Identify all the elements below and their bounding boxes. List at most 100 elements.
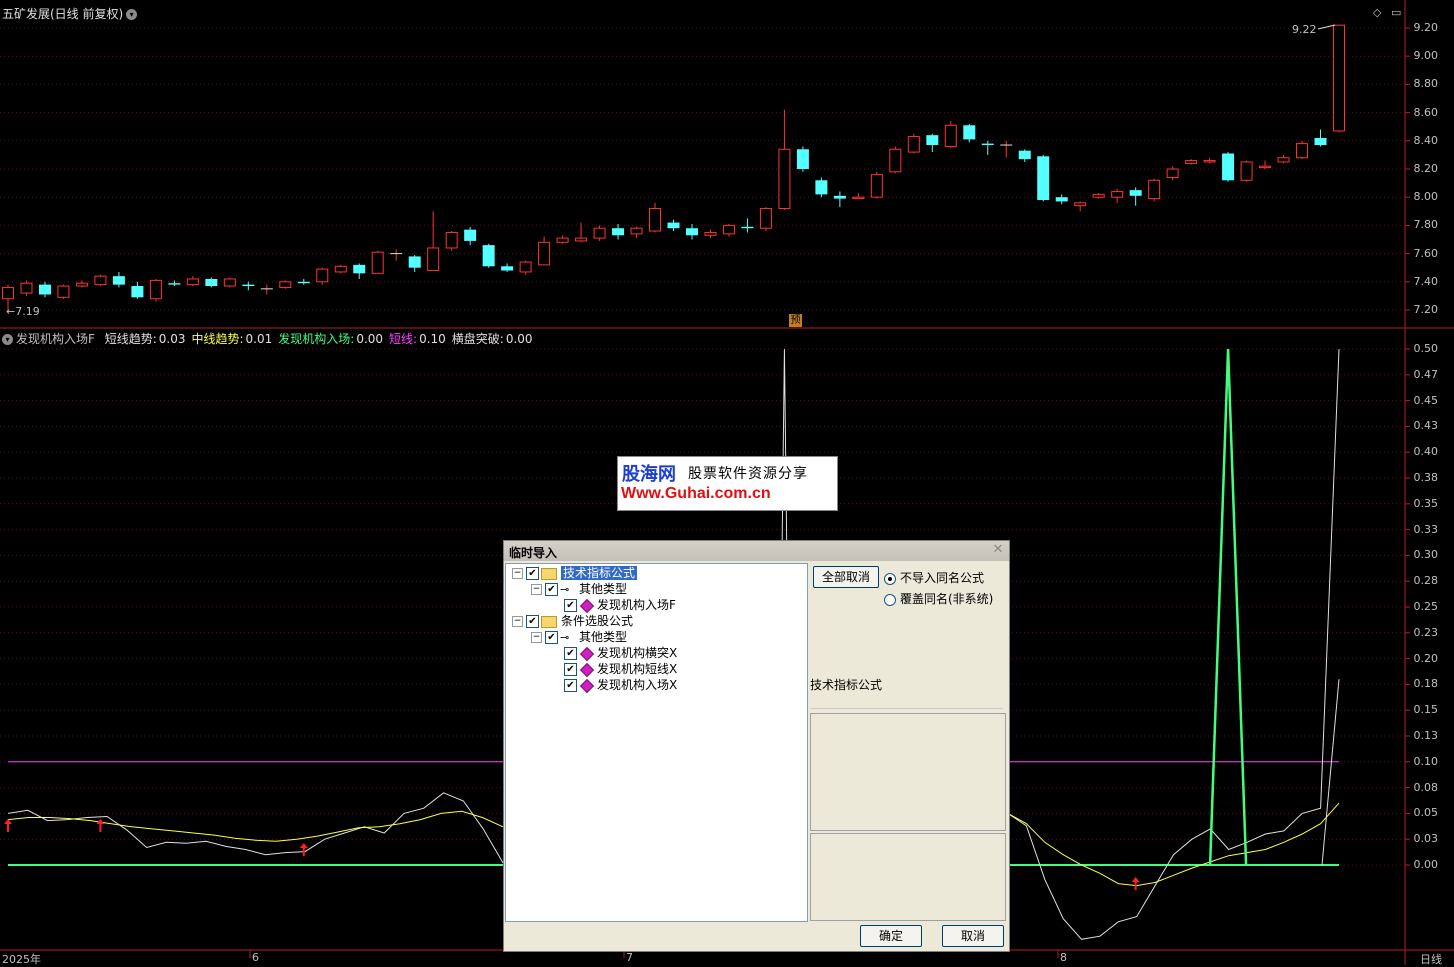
candle-body	[501, 266, 514, 271]
description-panel	[810, 713, 1006, 831]
candle	[1018, 149, 1031, 162]
detail-panel	[810, 833, 1006, 921]
dropdown-icon[interactable]: ▾	[2, 334, 13, 345]
radio-no-import-same-name[interactable]: 不导入同名公式	[884, 569, 984, 586]
candle-body	[630, 227, 643, 235]
checkbox-checked-icon[interactable]: ✔	[526, 615, 539, 628]
checkbox-checked-icon[interactable]: ✔	[545, 583, 558, 596]
radio-off-icon[interactable]	[884, 593, 896, 606]
tree-node[interactable]: − ✔ 条件选股公式	[512, 613, 633, 629]
checkbox-checked-icon[interactable]: ✔	[526, 567, 539, 580]
dialog-titlebar[interactable]: 临时导入 ✕	[504, 541, 1009, 561]
indicator-item: 中线趋势: 0.01	[192, 332, 273, 346]
candle-body	[205, 278, 218, 287]
checkbox-checked-icon[interactable]: ✔	[564, 599, 577, 612]
deselect-all-button[interactable]: 全部取消	[813, 566, 879, 588]
candle	[1185, 159, 1198, 165]
checkbox-checked-icon[interactable]: ✔	[545, 631, 558, 644]
price-tick-label: 7.20	[1413, 303, 1439, 316]
folder-icon	[541, 567, 557, 580]
cancel-button[interactable]: 取消	[942, 925, 1004, 947]
dropdown-icon[interactable]: ▾	[126, 9, 138, 20]
tree-node[interactable]: − ✔ ⊸ 其他类型	[531, 581, 627, 597]
indicator-tick-label: 0.00	[1413, 858, 1439, 871]
price-panel-title[interactable]: 五矿发展(日线 前复权) ▾	[2, 5, 138, 22]
indicator-tick-label: 0.20	[1413, 651, 1439, 665]
candle-body	[1129, 190, 1142, 196]
diamond-icon[interactable]: ◇	[1373, 6, 1381, 19]
candle-body	[538, 241, 551, 266]
indicator-tick-label: 0.18	[1413, 677, 1439, 691]
ok-button[interactable]: 确定	[860, 925, 922, 947]
candle	[186, 276, 199, 287]
forecast-badge[interactable]: 预	[789, 314, 802, 327]
candle-body	[1185, 160, 1198, 164]
collapse-icon[interactable]: −	[531, 584, 542, 595]
watermark-banner: 股海网 股票软件资源分享 Www.Guhai.com.cn	[617, 456, 838, 511]
candle	[815, 177, 828, 198]
candle-body	[94, 275, 107, 286]
price-tick-label: 7.60	[1413, 246, 1439, 260]
candle-body	[1148, 179, 1161, 200]
indicator-tick-label: 0.03	[1413, 832, 1439, 846]
candle	[741, 218, 754, 233]
tree-node[interactable]: − ✔ ⊸ 其他类型	[531, 629, 627, 645]
tree-node[interactable]: ✔ 发现机构短线X	[550, 661, 677, 677]
checkbox-checked-icon[interactable]: ✔	[564, 647, 577, 660]
indicator-item-value: 0.10	[419, 332, 446, 346]
candle-body	[833, 195, 846, 199]
formula-tree[interactable]: − ✔ 技术指标公式 − ✔ ⊸ 其他类型 ✔ 发现机构入场F − ✔ 条件选股公式 − ✔ ⊸ 其他类型 ✔ 发…	[505, 563, 808, 922]
indicator-tick-label: 0.38	[1413, 471, 1439, 484]
checkbox-checked-icon[interactable]: ✔	[564, 679, 577, 692]
temp-import-dialog[interactable]: 临时导入 ✕ − ✔ 技术指标公式 − ✔ ⊸ 其他类型 ✔ 发现机构入场F − ✔ 条件选股公式 − ✔…	[503, 540, 1010, 952]
key-icon: ⊸	[560, 582, 570, 596]
radio-overwrite-same-name[interactable]: 覆盖同名(非系统)	[884, 590, 993, 607]
indicator-tick-label: 0.50	[1413, 342, 1439, 355]
collapse-icon[interactable]: −	[512, 568, 523, 579]
candle-body	[1074, 202, 1087, 207]
candle-body	[981, 143, 994, 146]
tree-node[interactable]: ✔ 发现机构横突X	[550, 645, 677, 661]
radio-on-icon[interactable]	[884, 572, 896, 585]
mid-trend-line-right	[1007, 802, 1340, 887]
tree-node[interactable]: ✔ 发现机构入场X	[550, 677, 677, 693]
candle	[408, 255, 421, 272]
candle	[501, 263, 514, 272]
candle	[1000, 140, 1013, 158]
candle-body	[1018, 150, 1031, 160]
candle-body	[168, 283, 181, 285]
candle	[112, 271, 125, 288]
candle	[149, 278, 162, 302]
candle-body	[112, 276, 125, 285]
close-icon[interactable]: ✕	[991, 543, 1005, 557]
candle-body	[1111, 191, 1124, 198]
formula-icon	[579, 662, 595, 677]
candle	[556, 235, 569, 244]
price-tick-label: 8.00	[1413, 190, 1439, 204]
indicator-panel-title[interactable]: ▾ 发现机构入场F 短线趋势: 0.03 中线趋势: 0.01 发现机构入场: 0.00 短线…	[2, 330, 533, 347]
tree-node-label: 发现机构入场F	[597, 598, 676, 612]
candle	[685, 223, 698, 240]
candle-body	[889, 148, 902, 173]
indicator-tick-label: 0.33	[1413, 522, 1439, 536]
tree-node-label: 其他类型	[579, 630, 628, 644]
candle	[1092, 192, 1105, 199]
candle	[778, 109, 791, 210]
candle-body	[649, 207, 662, 232]
candle-body	[242, 284, 255, 287]
radio-label: 覆盖同名(非系统)	[900, 592, 994, 606]
checkbox-checked-icon[interactable]: ✔	[564, 663, 577, 676]
indicator-item-value: 0.03	[158, 332, 186, 346]
price-tick-label: 8.20	[1413, 162, 1439, 175]
collapse-icon[interactable]: −	[531, 632, 542, 643]
candle	[1277, 154, 1290, 164]
candle-body	[223, 278, 236, 287]
candle-body	[1166, 168, 1179, 178]
candle-body	[1222, 153, 1235, 181]
window-icon[interactable]: ▭	[1391, 6, 1401, 19]
tree-node[interactable]: − ✔ 技术指标公式	[512, 565, 638, 581]
collapse-icon[interactable]: −	[512, 616, 523, 627]
arrow-head	[299, 843, 308, 848]
tree-node[interactable]: ✔ 发现机构入场F	[550, 597, 676, 613]
candle	[870, 171, 883, 199]
